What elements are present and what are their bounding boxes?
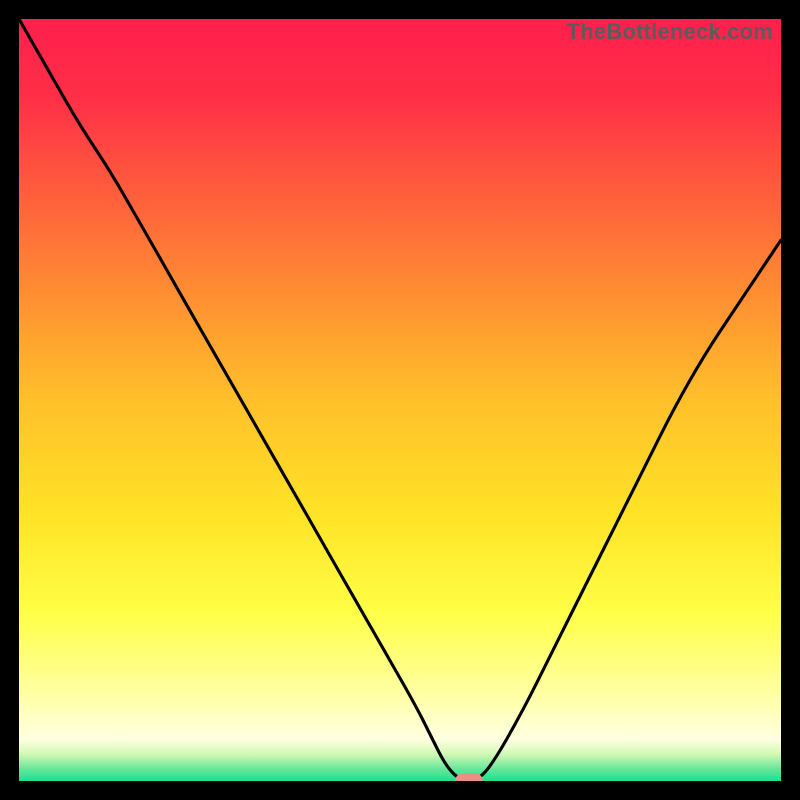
- bottleneck-curve: [19, 19, 781, 781]
- chart-container: { "watermark": "TheBottleneck.com", "col…: [0, 0, 800, 800]
- plot-area: TheBottleneck.com: [19, 19, 781, 781]
- watermark: TheBottleneck.com: [567, 19, 773, 45]
- optimal-marker: [455, 774, 483, 782]
